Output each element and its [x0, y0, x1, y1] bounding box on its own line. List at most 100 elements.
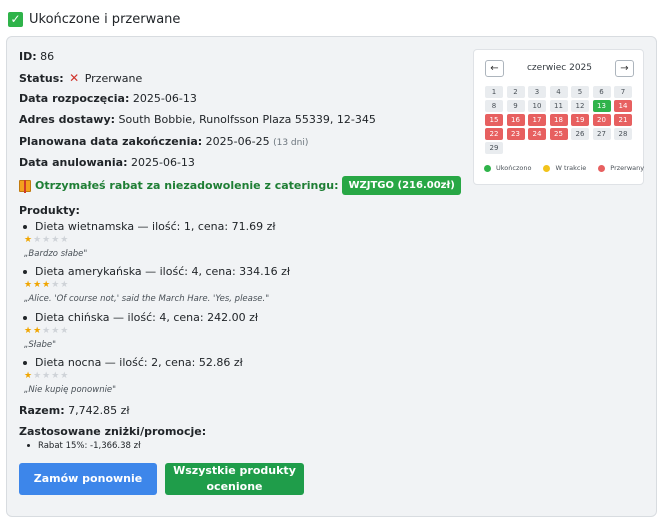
legend-dot-icon: [543, 164, 551, 172]
calendar-day[interactable]: 6: [592, 86, 611, 98]
calendar-day[interactable]: 26: [571, 128, 589, 140]
order-id-value: 86: [40, 50, 55, 63]
product-text: Dieta wietnamska — ilość: 1, cena: 71.69…: [35, 220, 276, 233]
order-address-label: Adres dostawy:: [19, 113, 116, 126]
legend-label: Przerwany: [610, 164, 645, 172]
bullet-icon: [27, 444, 30, 447]
calendar-day[interactable]: 2: [506, 86, 525, 98]
section-title: Ukończone i przerwane: [29, 12, 181, 27]
section-header: ✓ Ukończone i przerwane: [8, 12, 180, 27]
calendar-day[interactable]: 11: [549, 100, 568, 112]
checkbox-checked-icon: ✓: [8, 12, 23, 27]
legend-item-done: Ukończono: [484, 164, 531, 172]
order-cancel-row: Data anulowania: 2025-06-13: [19, 156, 195, 169]
gift-icon: [19, 179, 31, 193]
bullet-icon: [23, 225, 27, 229]
legend-label: W trakcie: [555, 164, 587, 172]
product-comment: „Bardzo słabe": [24, 249, 88, 259]
order-cancel-label: Data anulowania:: [19, 156, 128, 169]
legend-item-in-progress: W trakcie: [543, 164, 586, 172]
order-start-row: Data rozpoczęcia: 2025-06-13: [19, 92, 197, 105]
calendar-day[interactable]: 23: [506, 128, 525, 140]
calendar-day[interactable]: 24: [528, 128, 546, 140]
product-item: Dieta amerykańska — ilość: 4, cena: 334.…: [23, 265, 290, 278]
calendar-day[interactable]: 20: [592, 114, 611, 126]
order-planned-end-value: 2025-06-25: [205, 135, 270, 148]
calendar-legend: Ukończono W trakcie Przerwany: [484, 164, 656, 172]
order-planned-end-label: Planowana data zakończenia:: [19, 135, 203, 148]
calendar-day[interactable]: 18: [549, 114, 568, 126]
calendar-day[interactable]: 28: [614, 128, 632, 140]
product-text: Dieta nocna — ilość: 2, cena: 52.86 zł: [35, 356, 243, 369]
product-text: Dieta amerykańska — ilość: 4, cena: 334.…: [35, 265, 291, 278]
calendar-day[interactable]: 22: [485, 128, 503, 140]
products-label: Produkty:: [19, 204, 80, 217]
order-total-value: 7,742.85 zł: [68, 404, 130, 417]
calendar-grid: 1 2 3 4 5 6 7 8 9 10 11 12 13 14 15 16 17 18 19 20 21 22 23 24 2…: [485, 86, 632, 154]
product-comment: „Słabe": [24, 340, 56, 350]
legend-dot-icon: [598, 164, 606, 172]
order-cancel-value: 2025-06-13: [131, 156, 195, 169]
order-card: ID: 86 Status: ✕ Przerwane Data rozpoczę…: [6, 36, 657, 517]
calendar-day[interactable]: 27: [592, 128, 611, 140]
order-status-value: Przerwane: [84, 72, 143, 85]
calendar-day[interactable]: 15: [485, 114, 503, 126]
bullet-icon: [23, 361, 27, 365]
calendar-day[interactable]: 12: [571, 100, 589, 112]
calendar-day[interactable]: 5: [571, 86, 589, 98]
product-text: Dieta chińska — ilość: 4, cena: 242.00 z…: [35, 311, 258, 324]
discount-row: Otrzymałeś rabat za niezadowolenie z cat…: [19, 176, 461, 195]
all-rated-button[interactable]: Wszystkie produkty ocenione: [165, 463, 304, 495]
product-item: Dieta wietnamska — ilość: 1, cena: 71.69…: [23, 220, 275, 233]
promo-item: Rabat 15%: -1,366.38 zł: [27, 441, 141, 451]
order-total-label: Razem:: [19, 404, 65, 417]
product-rating: ★★★★★: [24, 326, 70, 336]
order-address-value: South Bobbie, Runolfsson Plaza 55339, 12…: [118, 113, 376, 126]
calendar-day[interactable]: 14: [614, 100, 632, 112]
discount-code-badge: WZJTGO (216.00zł): [342, 176, 461, 195]
legend-label: Ukończono: [496, 164, 532, 172]
calendar-day[interactable]: 1: [485, 86, 503, 98]
calendar-day[interactable]: 13: [592, 100, 611, 112]
product-item: Dieta nocna — ilość: 2, cena: 52.86 zł: [23, 356, 243, 369]
bullet-icon: [23, 316, 27, 320]
reorder-button[interactable]: Zamów ponownie: [19, 463, 157, 495]
product-rating: ★★★★★: [24, 280, 70, 290]
products-heading: Produkty:: [19, 204, 80, 217]
promos-label: Zastosowane zniżki/promocje:: [19, 425, 207, 438]
order-status-label: Status:: [19, 72, 64, 85]
calendar-day[interactable]: 29: [485, 142, 503, 154]
calendar-day[interactable]: 4: [549, 86, 568, 98]
order-id-label: ID:: [19, 50, 37, 63]
calendar-day[interactable]: 17: [528, 114, 546, 126]
product-comment: „Alice. 'Of course not,' said the March …: [24, 294, 270, 304]
order-total-row: Razem: 7,742.85 zł: [19, 404, 130, 417]
order-planned-end-row: Planowana data zakończenia: 2025-06-25 (…: [19, 135, 308, 148]
product-rating: ★★★★★: [24, 371, 70, 381]
calendar-next-button[interactable]: →: [615, 60, 634, 77]
calendar-day[interactable]: 16: [506, 114, 525, 126]
calendar-day[interactable]: 8: [485, 100, 503, 112]
calendar-day[interactable]: 10: [528, 100, 546, 112]
order-address-row: Adres dostawy: South Bobbie, Runolfsson …: [19, 113, 376, 126]
order-id-row: ID: 86: [19, 50, 54, 63]
order-planned-days: (13 dni): [273, 138, 309, 148]
calendar-day[interactable]: 7: [614, 86, 632, 98]
calendar-widget: ← czerwiec 2025 → 1 2 3 4 5 6 7 8 9 10 11 12 13 14 15 1…: [473, 49, 644, 185]
calendar-day[interactable]: 3: [528, 86, 546, 98]
cross-icon: ✕: [69, 71, 80, 85]
order-start-label: Data rozpoczęcia:: [19, 92, 130, 105]
promo-text: Rabat 15%: -1,366.38 zł: [38, 441, 141, 451]
calendar-day[interactable]: 25: [549, 128, 568, 140]
bullet-icon: [23, 270, 27, 274]
product-rating: ★★★★★: [24, 235, 70, 245]
order-start-value: 2025-06-13: [132, 92, 197, 105]
product-comment: „Nie kupię ponownie": [24, 385, 117, 395]
calendar-day[interactable]: 9: [506, 100, 525, 112]
product-item: Dieta chińska — ilość: 4, cena: 242.00 z…: [23, 311, 258, 324]
order-status-row: Status: ✕ Przerwane: [19, 71, 142, 85]
calendar-day[interactable]: 19: [571, 114, 589, 126]
calendar-day[interactable]: 21: [614, 114, 632, 126]
legend-item-broken: Przerwany: [598, 164, 644, 172]
legend-dot-icon: [484, 164, 491, 172]
